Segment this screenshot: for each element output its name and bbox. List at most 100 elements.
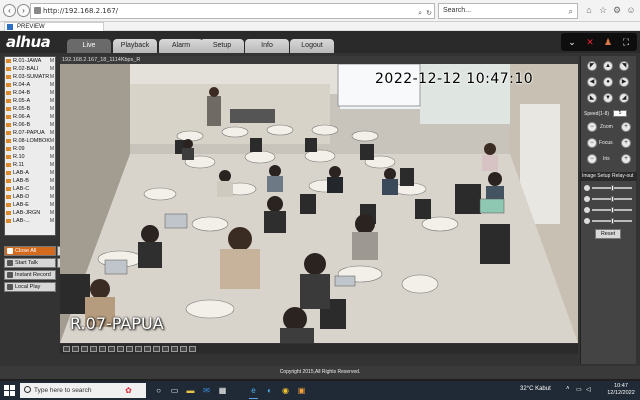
video-toolbar-icon[interactable] <box>108 346 115 352</box>
channel-stream-flag[interactable]: M <box>50 97 54 105</box>
gear-icon[interactable]: ⚙ <box>611 4 623 16</box>
chevron-down-icon[interactable]: ⌄ <box>565 35 579 49</box>
focus-near-icon[interactable]: − <box>587 138 597 148</box>
store-icon[interactable]: ▦ <box>216 384 229 397</box>
channel-stream-flag[interactable]: M <box>50 169 54 177</box>
network-icon[interactable]: ▭ <box>576 386 582 393</box>
volume-icon[interactable]: ◁ <box>586 386 591 393</box>
channel-item[interactable]: LAB-JRGN M <box>5 209 55 217</box>
ptz-down-left-icon[interactable]: ◣ <box>587 93 597 103</box>
ptz-left-icon[interactable]: ◀ <box>587 77 597 87</box>
ptz-up-icon[interactable]: ▲ <box>603 61 613 71</box>
home-icon[interactable]: ⌂ <box>583 4 595 16</box>
ptz-up-right-icon[interactable]: ◥ <box>619 61 629 71</box>
channel-stream-flag[interactable]: M <box>50 73 54 81</box>
video-toolbar-icon[interactable] <box>72 346 79 352</box>
channel-stream-flag[interactable]: M <box>50 65 54 73</box>
search-icon[interactable]: ○ <box>152 384 165 397</box>
channel-item[interactable]: R.09 M <box>5 145 55 153</box>
channel-item[interactable]: R.01-JAWA M <box>5 57 55 65</box>
channel-item[interactable]: R.04-B M <box>5 89 55 97</box>
video-toolbar-icon[interactable] <box>99 346 106 352</box>
channel-item[interactable]: R.04-A M <box>5 81 55 89</box>
channel-item[interactable]: LAB-C M <box>5 185 55 193</box>
focus-far-icon[interactable]: + <box>621 138 631 148</box>
pinned-app-icon[interactable]: ▣ <box>295 384 308 397</box>
channel-item[interactable]: R.08-LOMBOK M <box>5 137 55 145</box>
channel-stream-flag[interactable]: M <box>50 217 54 225</box>
saturation-slider[interactable] <box>592 207 632 213</box>
speed-select[interactable]: 5 <box>613 110 627 117</box>
video-toolbar-icon[interactable] <box>162 346 169 352</box>
channel-item[interactable]: LAB-B M <box>5 177 55 185</box>
fullscreen-icon[interactable]: ⛶ <box>619 35 633 49</box>
microphone-off-icon[interactable]: ✕ <box>583 35 597 49</box>
channel-item[interactable]: R.06-A M <box>5 113 55 121</box>
windows-start-icon[interactable] <box>4 385 15 396</box>
tab-live[interactable]: Live <box>67 39 111 53</box>
channel-item[interactable]: R.10 M <box>5 153 55 161</box>
video-toolbar-icon[interactable] <box>189 346 196 352</box>
channel-stream-flag[interactable]: M <box>50 161 54 169</box>
tab-alarm[interactable]: Alarm <box>159 39 203 53</box>
url-field[interactable]: http://192.168.2.167/ ⌕ ↻ <box>30 3 435 19</box>
search-icon[interactable]: ⌕ <box>569 5 573 19</box>
relay-out-tab[interactable]: Relay-out <box>612 173 633 179</box>
video-toolbar-icon[interactable] <box>90 346 97 352</box>
live-video[interactable]: 2022-12-12 10:47:10 R.07-PAPUA <box>60 64 578 343</box>
ptz-down-icon[interactable]: ▼ <box>603 93 613 103</box>
reset-button[interactable]: Reset <box>595 229 621 239</box>
channel-stream-flag[interactable]: M <box>50 153 54 161</box>
forward-icon[interactable]: › <box>17 4 30 17</box>
channel-stream-flag[interactable]: M <box>50 105 54 113</box>
start-talk-button[interactable]: Start Talk ▾ <box>4 258 67 268</box>
video-toolbar-icon[interactable] <box>135 346 142 352</box>
local-play-button[interactable]: Local Play <box>4 282 56 292</box>
channel-stream-flag[interactable]: M <box>50 145 54 153</box>
video-toolbar-icon[interactable] <box>171 346 178 352</box>
channel-item[interactable]: R.03-SUMATR M <box>5 73 55 81</box>
hue-slider[interactable] <box>592 218 632 224</box>
iris-open-icon[interactable]: + <box>621 154 631 164</box>
close-all-button[interactable]: Close All ▾ <box>4 246 67 256</box>
task-view-icon[interactable]: ▭ <box>168 384 181 397</box>
channel-stream-flag[interactable]: M <box>50 129 54 137</box>
slider-knob[interactable] <box>610 207 614 213</box>
browser-search-input[interactable]: Search... ⌕ <box>438 3 578 19</box>
channel-item[interactable]: R.05-B M <box>5 105 55 113</box>
video-toolbar-icon[interactable] <box>144 346 151 352</box>
channel-item[interactable]: LAB-D M <box>5 193 55 201</box>
refresh-icon[interactable]: ↻ <box>426 6 432 20</box>
channel-item[interactable]: R.05-A M <box>5 97 55 105</box>
tab-playback[interactable]: Playback <box>113 39 157 53</box>
instant-record-button[interactable]: Instant Record <box>4 270 56 280</box>
mail-icon[interactable]: ✉ <box>200 384 213 397</box>
channel-item[interactable]: R.07-PAPUA M <box>5 129 55 137</box>
channel-stream-flag[interactable]: M <box>50 81 54 89</box>
video-toolbar-icon[interactable] <box>117 346 124 352</box>
edge-icon[interactable]: ◐ <box>263 384 276 397</box>
channel-stream-flag[interactable]: M <box>50 121 54 129</box>
browser-tab[interactable]: PREVIEW <box>4 22 104 31</box>
contrast-slider[interactable] <box>592 196 632 202</box>
tray-chevron-icon[interactable]: ˄ <box>566 386 570 392</box>
slider-knob[interactable] <box>610 185 614 191</box>
favorites-icon[interactable]: ☆ <box>597 4 609 16</box>
image-setup-tab[interactable]: Image Setup <box>582 173 610 179</box>
tab-setup[interactable]: Setup <box>200 39 244 53</box>
channel-item[interactable]: LAB-... M <box>5 217 55 225</box>
slider-knob[interactable] <box>610 196 614 202</box>
ptz-center-icon[interactable]: ● <box>603 77 613 87</box>
channel-stream-flag[interactable]: M <box>50 113 54 121</box>
video-toolbar-icon[interactable] <box>126 346 133 352</box>
channel-item[interactable]: R.11 M <box>5 161 55 169</box>
tab-info[interactable]: Info <box>245 39 289 53</box>
channel-stream-flag[interactable]: M <box>50 89 54 97</box>
clock[interactable]: 10:47 12/12/2022 <box>604 383 638 397</box>
channel-stream-flag[interactable]: M <box>50 57 54 65</box>
zoom-out-icon[interactable]: − <box>587 122 597 132</box>
user-alert-icon[interactable]: ♟ <box>601 35 615 49</box>
channel-item[interactable]: LAB-A M <box>5 169 55 177</box>
ptz-up-left-icon[interactable]: ◤ <box>587 61 597 71</box>
ptz-down-right-icon[interactable]: ◢ <box>619 93 629 103</box>
